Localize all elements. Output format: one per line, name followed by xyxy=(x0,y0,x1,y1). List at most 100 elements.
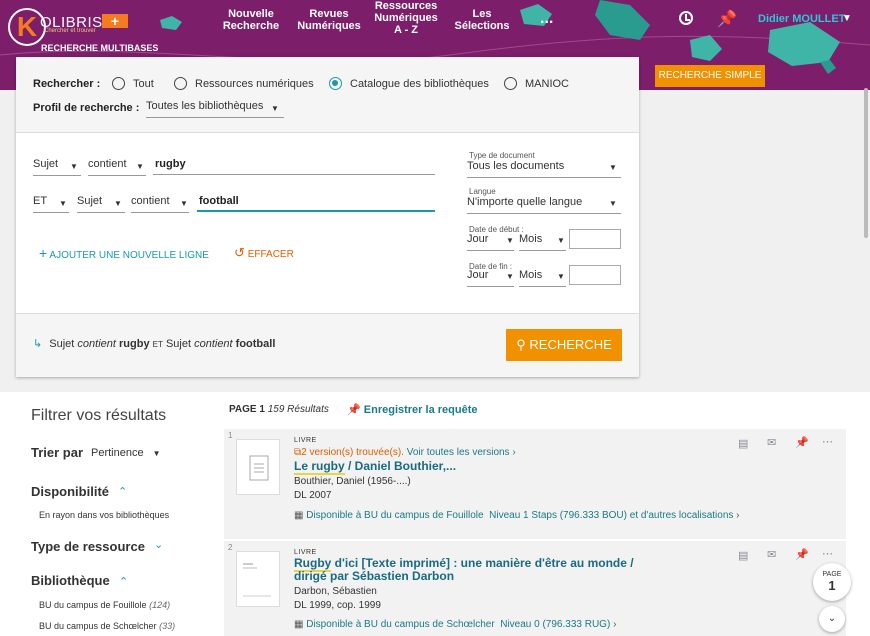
nav-more-icon[interactable]: ... xyxy=(540,10,553,28)
search-scope-label: Rechercher : xyxy=(33,78,101,90)
chevron-down-icon: ▼ xyxy=(152,449,161,458)
pin-icon: 📌 xyxy=(347,404,361,416)
nav-selections[interactable]: Les Sélections xyxy=(450,0,514,40)
result-item[interactable]: 1 LIVRE ⧉2 version(s) trouvée(s). Voir t… xyxy=(224,429,846,539)
result-title[interactable]: Le rugby / Daniel Bouthier,... xyxy=(294,459,457,475)
logo-plus: + xyxy=(102,14,128,28)
summary-op-1: contient xyxy=(77,338,116,350)
nav-ressources-numeriques[interactable]: Ressources Numériques A - Z xyxy=(370,0,442,38)
end-day: Jour xyxy=(467,269,489,281)
more-icon[interactable]: ⋯ xyxy=(822,547,833,560)
result-title-line2[interactable]: dirigé par Sébastien Darbon xyxy=(294,570,454,583)
row2-field: Sujet xyxy=(77,195,103,207)
search-button-label: RECHERCHE xyxy=(529,337,612,352)
mail-icon[interactable]: ✉ xyxy=(767,436,776,449)
language-label: Langue xyxy=(469,187,496,196)
avail-text: Disponible à BU du campus de Schœlcher xyxy=(306,619,495,630)
chevron-down-icon: ▼ xyxy=(609,199,617,208)
nav-revues-numeriques[interactable]: Revues Numériques xyxy=(294,0,364,40)
sort-select[interactable]: Pertinence ▼ xyxy=(91,447,161,459)
clear-button[interactable]: ↺ EFFACER xyxy=(234,245,294,261)
more-icon[interactable]: ⋯ xyxy=(822,435,833,448)
radio-tout[interactable] xyxy=(112,77,125,90)
book-icon: ▦ xyxy=(294,619,304,630)
history-icon[interactable] xyxy=(679,11,693,25)
save-query-button[interactable]: 📌 Enregistrer la requête xyxy=(347,403,477,416)
chevron-down-icon: ▼ xyxy=(114,199,122,208)
title-rest: d'ici [Texte imprimé] : une manière d'êt… xyxy=(331,556,634,570)
query-summary: ↳ Sujet contient rugby ET Sujet contient… xyxy=(33,337,275,350)
add-line-button[interactable]: + AJOUTER UNE NOUVELLE LIGNE xyxy=(39,245,209,261)
pin-icon[interactable]: 📌 xyxy=(717,9,737,29)
page-indicator[interactable]: PAGE 1 xyxy=(813,563,851,601)
result-availability[interactable]: ▦ Disponible à BU du campus de Fouillole… xyxy=(294,510,740,521)
search-button[interactable]: ⚲ RECHERCHE xyxy=(506,329,622,361)
scroll-down-button[interactable]: ⌄ xyxy=(819,606,845,632)
chevron-down-icon[interactable]: ⌄ xyxy=(154,538,163,551)
avail-location: Niveau 1 Staps (796.333 BOU) et d'autres… xyxy=(489,510,734,521)
chevron-down-icon: ▼ xyxy=(557,236,565,245)
summary-field-1: Sujet xyxy=(49,338,75,350)
start-year-input[interactable] xyxy=(569,229,621,249)
radio-manioc[interactable] xyxy=(504,77,517,90)
filter-availability[interactable]: Disponibilité xyxy=(31,484,109,499)
search-icon: ⚲ xyxy=(516,337,526,352)
mail-icon[interactable]: ✉ xyxy=(767,548,776,561)
row2-op: contient xyxy=(131,195,170,207)
summary-op-2: contient xyxy=(194,338,233,350)
doc-type-value: Tous les documents xyxy=(467,160,565,172)
result-availability[interactable]: ▦ Disponible à BU du campus de Schœlcher… xyxy=(294,619,616,630)
result-date: DL 1999, cop. 1999 xyxy=(294,600,381,611)
pin-icon[interactable]: 📌 xyxy=(795,548,809,561)
kolibris-logo[interactable]: K OLIBRIS + Chercher et trouver RECHERCH… xyxy=(8,6,188,53)
radio-manioc-label[interactable]: MANIOC xyxy=(525,78,569,90)
user-menu[interactable]: Didier MOULLET xyxy=(758,13,845,25)
profile-select[interactable]: Toutes les bibliothèques xyxy=(146,100,284,118)
radio-tout-label[interactable]: Tout xyxy=(133,78,154,90)
result-author: Darbon, Sébastien xyxy=(294,586,377,597)
title-rest: / Daniel Bouthier,... xyxy=(344,459,457,473)
row1-search-input[interactable]: rugby xyxy=(153,155,435,175)
chevron-right-icon: › xyxy=(736,510,740,521)
library-item[interactable]: BU du campus de Schœlcher (33) xyxy=(39,621,175,631)
page-info: PAGE 1 159 Résultats xyxy=(229,404,329,415)
radio-ressources-label[interactable]: Ressources numériques xyxy=(195,78,314,90)
result-item[interactable]: 2 LIVRE Rugby d'ici [Texte imprimé] : un… xyxy=(224,541,846,636)
export-icon[interactable]: ▤ xyxy=(738,437,748,450)
chevron-up-icon[interactable]: ⌃ xyxy=(118,485,127,498)
chevron-down-icon[interactable]: ▼ xyxy=(842,13,852,24)
book-cover-placeholder xyxy=(236,439,280,495)
advanced-search-panel: Rechercher : Tout Ressources numériques … xyxy=(16,57,639,377)
chevron-up-icon[interactable]: ⌃ xyxy=(119,575,128,588)
versions-info[interactable]: ⧉2 version(s) trouvée(s). Voir toutes le… xyxy=(294,447,516,458)
page-label: PAGE 1 xyxy=(229,404,265,415)
language-select[interactable]: N'importe quelle langue xyxy=(467,196,621,214)
library-item[interactable]: BU du campus de Fouillole (124) xyxy=(39,600,170,610)
nav-nouvelle-recherche[interactable]: Nouvelle Recherche xyxy=(218,0,284,40)
filter-resource-type[interactable]: Type de ressource xyxy=(31,539,145,554)
clear-label: EFFACER xyxy=(247,249,294,260)
filter-availability-item[interactable]: En rayon dans vos bibliothèques xyxy=(39,510,169,520)
book-cover-image xyxy=(243,563,271,597)
chevron-down-icon: ▼ xyxy=(70,162,78,171)
radio-ressources-numeriques[interactable] xyxy=(174,77,187,90)
save-query-label: Enregistrer la requête xyxy=(363,404,478,416)
export-icon[interactable]: ▤ xyxy=(738,549,748,562)
simple-search-button[interactable]: RECHERCHE SIMPLE xyxy=(655,65,765,87)
versions-link[interactable]: Voir toutes les versions xyxy=(407,447,510,458)
library-name: BU du campus de Schœlcher xyxy=(39,621,157,631)
library-count: (124) xyxy=(149,600,171,610)
radio-catalogue-label[interactable]: Catalogue des bibliothèques xyxy=(350,78,489,90)
search-summary-bar: ↳ Sujet contient rugby ET Sujet contient… xyxy=(16,313,639,377)
radio-catalogue[interactable] xyxy=(329,77,342,90)
pin-icon[interactable]: 📌 xyxy=(795,436,809,449)
scrollbar[interactable] xyxy=(864,88,868,238)
filters-title: Filtrer vos résultats xyxy=(31,407,167,424)
chevron-down-icon: ▼ xyxy=(609,163,617,172)
doc-type-select[interactable]: Tous les documents xyxy=(467,160,621,178)
end-year-input[interactable] xyxy=(569,265,621,285)
row2-search-input[interactable]: football xyxy=(197,192,435,212)
row1-op: contient xyxy=(88,158,127,170)
chevron-right-icon: › xyxy=(613,619,617,630)
filter-library[interactable]: Bibliothèque xyxy=(31,573,110,588)
